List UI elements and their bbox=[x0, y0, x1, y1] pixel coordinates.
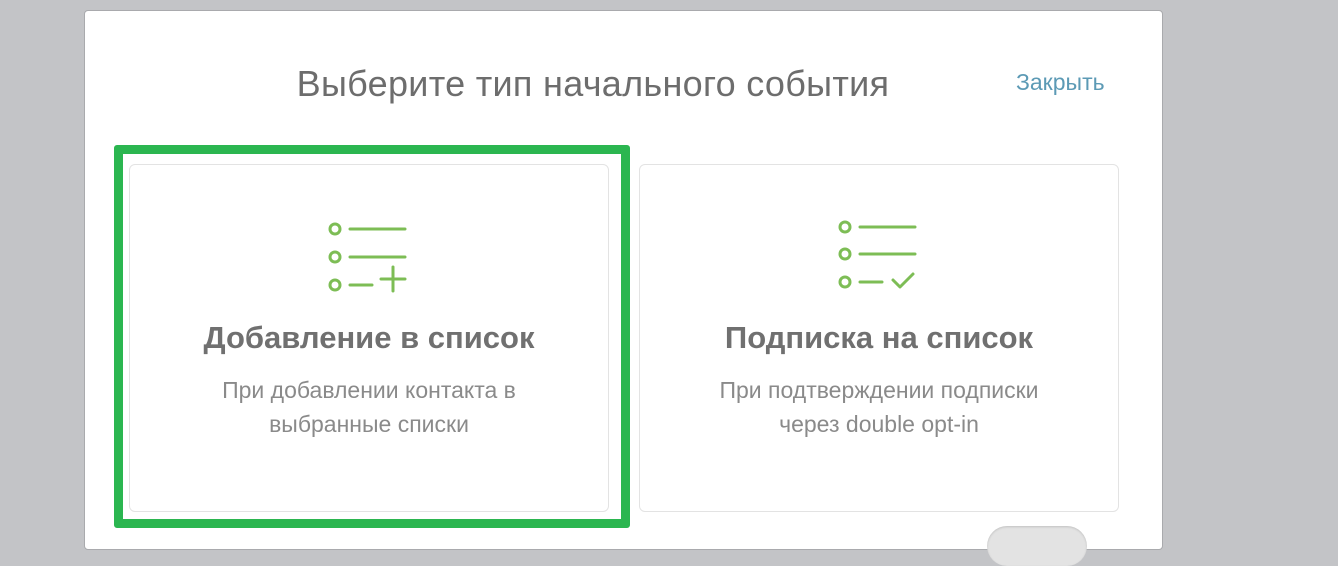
card-description: При подтверждении подписки через double … bbox=[670, 373, 1088, 441]
list-check-icon bbox=[838, 220, 917, 289]
card-description-line: При подтверждении подписки bbox=[719, 377, 1039, 403]
card-title: Подписка на список bbox=[724, 320, 1034, 355]
card-description-line: через double opt-in bbox=[779, 411, 979, 437]
card-description-line: При добавлении контакта в bbox=[222, 377, 516, 403]
dialog-title: Выберите тип начального события bbox=[296, 63, 890, 104]
close-link[interactable]: Закрыть bbox=[1016, 69, 1105, 96]
toggle-switch[interactable] bbox=[987, 526, 1087, 566]
event-card-add-to-list[interactable]: Добавление в список При добавлении конта… bbox=[129, 164, 609, 512]
card-description: При добавлении контакта в выбранные спис… bbox=[160, 373, 578, 441]
list-add-icon bbox=[328, 222, 407, 293]
card-description-line: выбранные списки bbox=[269, 411, 469, 437]
event-type-dialog: Выберите тип начального события Закрыть … bbox=[84, 10, 1163, 566]
event-card-subscribe-to-list[interactable]: Подписка на список При подтверждении под… bbox=[639, 164, 1119, 512]
card-title: Добавление в список bbox=[203, 320, 535, 355]
